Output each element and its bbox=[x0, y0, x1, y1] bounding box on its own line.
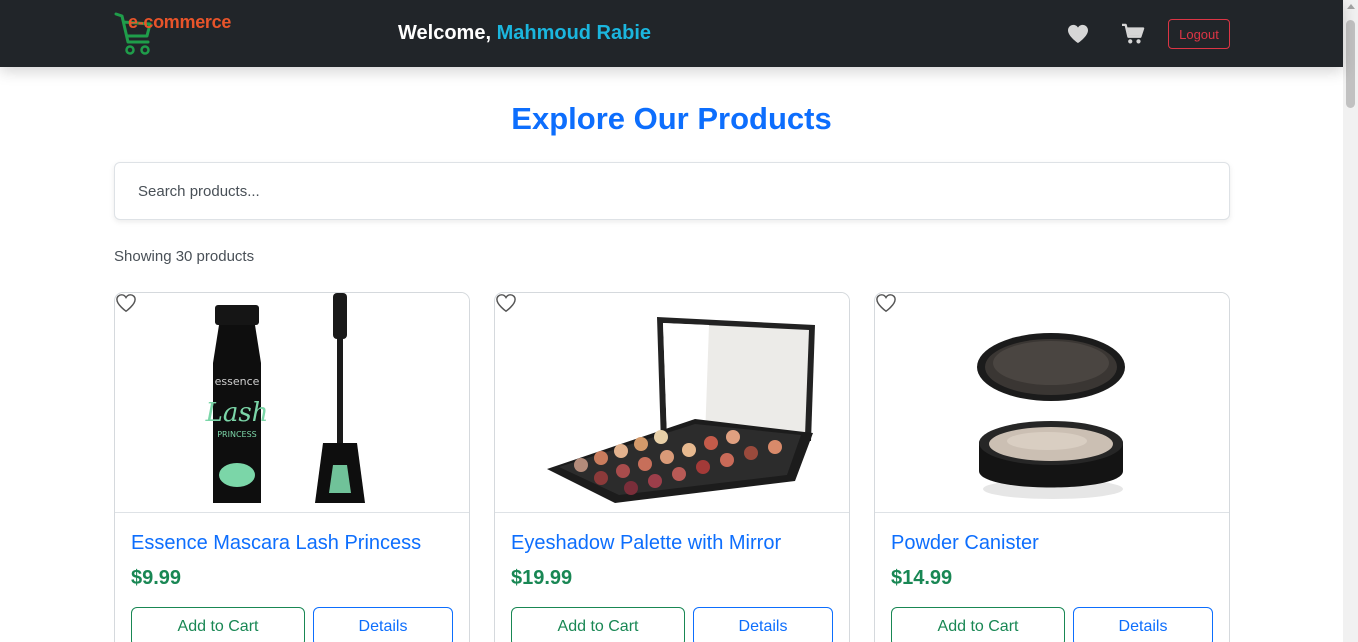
product-title[interactable]: Eyeshadow Palette with Mirror bbox=[511, 532, 781, 555]
heart-icon[interactable] bbox=[1067, 24, 1089, 44]
add-to-cart-button[interactable]: Add to Cart bbox=[511, 607, 685, 642]
add-to-cart-button[interactable]: Add to Cart bbox=[131, 607, 305, 642]
details-button[interactable]: Details bbox=[313, 607, 453, 642]
product-card: Powder Canister $14.99 Add to Cart Detai… bbox=[874, 292, 1230, 642]
details-button[interactable]: Details bbox=[1073, 607, 1213, 642]
navbar: e-commerce Welcome, Mahmoud Rabie Logout bbox=[0, 0, 1343, 67]
product-image-eyeshadow-palette[interactable] bbox=[495, 293, 849, 513]
add-to-cart-button[interactable]: Add to Cart bbox=[891, 607, 1065, 642]
heart-outline-icon[interactable] bbox=[115, 293, 137, 313]
product-image-mascara[interactable]: essence Lash PRINCESS bbox=[115, 293, 469, 513]
logo[interactable]: e-commerce bbox=[114, 12, 249, 56]
product-price: $19.99 bbox=[511, 567, 573, 589]
svg-text:essence: essence bbox=[215, 375, 260, 388]
heart-outline-icon[interactable] bbox=[495, 293, 517, 313]
scroll-up-arrow-icon[interactable] bbox=[1347, 4, 1355, 9]
welcome-message: Welcome, Mahmoud Rabie bbox=[398, 22, 651, 45]
logo-text: e-commerce bbox=[128, 12, 232, 32]
mascara-image: essence Lash PRINCESS bbox=[205, 293, 365, 503]
logout-button[interactable]: Logout bbox=[1168, 19, 1230, 49]
product-card: Eyeshadow Palette with Mirror $19.99 Add… bbox=[494, 292, 850, 642]
svg-text:PRINCESS: PRINCESS bbox=[217, 430, 257, 439]
welcome-prefix: Welcome, bbox=[398, 22, 491, 44]
product-price: $14.99 bbox=[891, 567, 953, 589]
user-name: Mahmoud Rabie bbox=[496, 22, 652, 44]
details-button[interactable]: Details bbox=[693, 607, 833, 642]
scrollbar-thumb[interactable] bbox=[1346, 20, 1355, 108]
product-card: essence Lash PRINCESS Essence Mascara La… bbox=[114, 292, 470, 642]
product-title[interactable]: Essence Mascara Lash Princess bbox=[131, 532, 421, 555]
eyeshadow-palette-image bbox=[547, 317, 815, 503]
heart-outline-icon[interactable] bbox=[875, 293, 897, 313]
product-title[interactable]: Powder Canister bbox=[891, 532, 1039, 555]
search-input[interactable] bbox=[114, 162, 1230, 220]
vertical-scrollbar[interactable] bbox=[1343, 0, 1358, 642]
product-image-powder-canister[interactable] bbox=[875, 293, 1229, 513]
svg-text:Lash: Lash bbox=[205, 398, 269, 428]
product-price: $9.99 bbox=[131, 567, 182, 589]
product-count: Showing 30 products bbox=[114, 248, 255, 265]
powder-canister-image bbox=[977, 333, 1125, 499]
cart-icon[interactable] bbox=[1121, 23, 1145, 45]
page-title: Explore Our Products bbox=[511, 101, 832, 136]
